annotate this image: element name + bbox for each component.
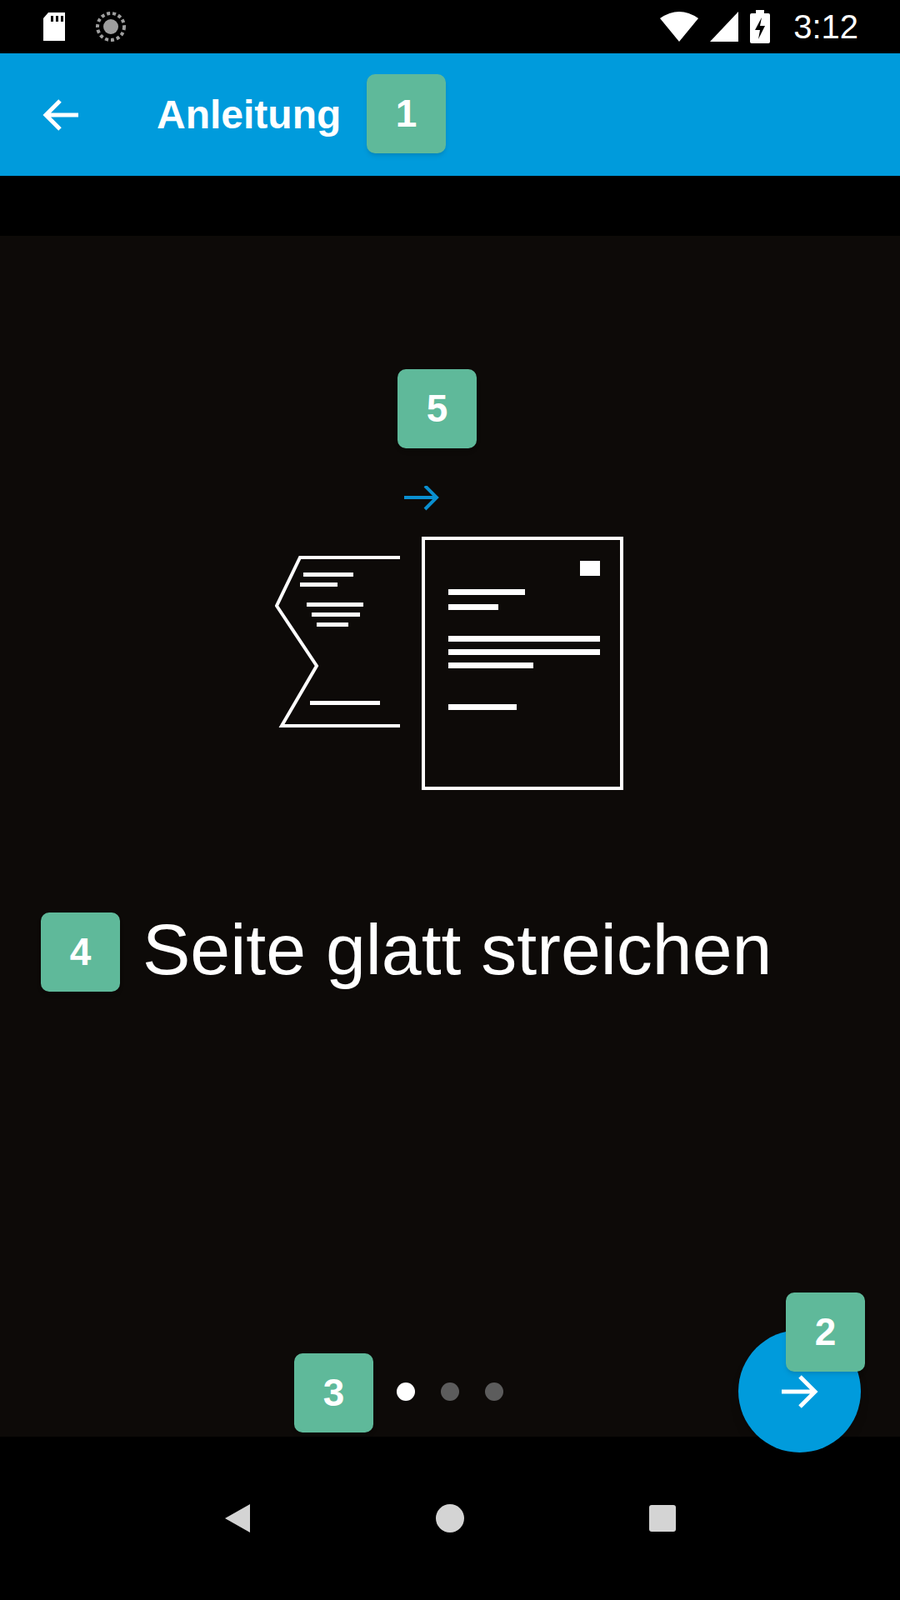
signal-icon <box>710 11 739 42</box>
annotation-badge: 2 <box>785 1292 865 1372</box>
nav-recents-icon <box>648 1504 677 1533</box>
wifi-icon <box>660 11 699 42</box>
annotation-badge: 1 <box>366 74 446 154</box>
nav-back-icon <box>223 1502 252 1535</box>
page-caption: Seite glatt streichen <box>0 905 900 994</box>
smooth-page-illustration-icon <box>275 485 625 795</box>
sd-card-icon <box>41 11 67 42</box>
app-bar-title: Anleitung <box>156 90 341 140</box>
annotation-badge: 5 <box>397 369 477 449</box>
page-indicator <box>396 1382 504 1401</box>
forward-arrow-icon <box>780 1374 820 1410</box>
app-screen: 3:12 Anleitung Seite glatt streichen 1 2 3 4 5 <box>0 0 900 1600</box>
status-bar: 3:12 <box>0 0 900 54</box>
sync-icon <box>95 10 127 43</box>
page-controls <box>0 1330 900 1453</box>
nav-home-button[interactable] <box>435 1503 465 1534</box>
nav-back-button[interactable] <box>223 1502 252 1535</box>
spacer-strip <box>0 175 900 236</box>
annotation-badge: 3 <box>294 1353 374 1433</box>
battery-charging-icon <box>750 10 770 44</box>
back-button[interactable] <box>40 94 82 136</box>
page-dot[interactable] <box>396 1382 415 1401</box>
clock: 3:12 <box>793 6 859 47</box>
nav-home-icon <box>435 1503 465 1534</box>
page-dot[interactable] <box>440 1382 460 1401</box>
back-arrow-icon <box>41 98 80 132</box>
page-dot[interactable] <box>485 1382 504 1401</box>
nav-recents-button[interactable] <box>648 1504 677 1533</box>
navigation-bar <box>0 1436 900 1600</box>
annotation-badge: 4 <box>40 912 120 992</box>
app-bar: Anleitung <box>0 53 900 176</box>
